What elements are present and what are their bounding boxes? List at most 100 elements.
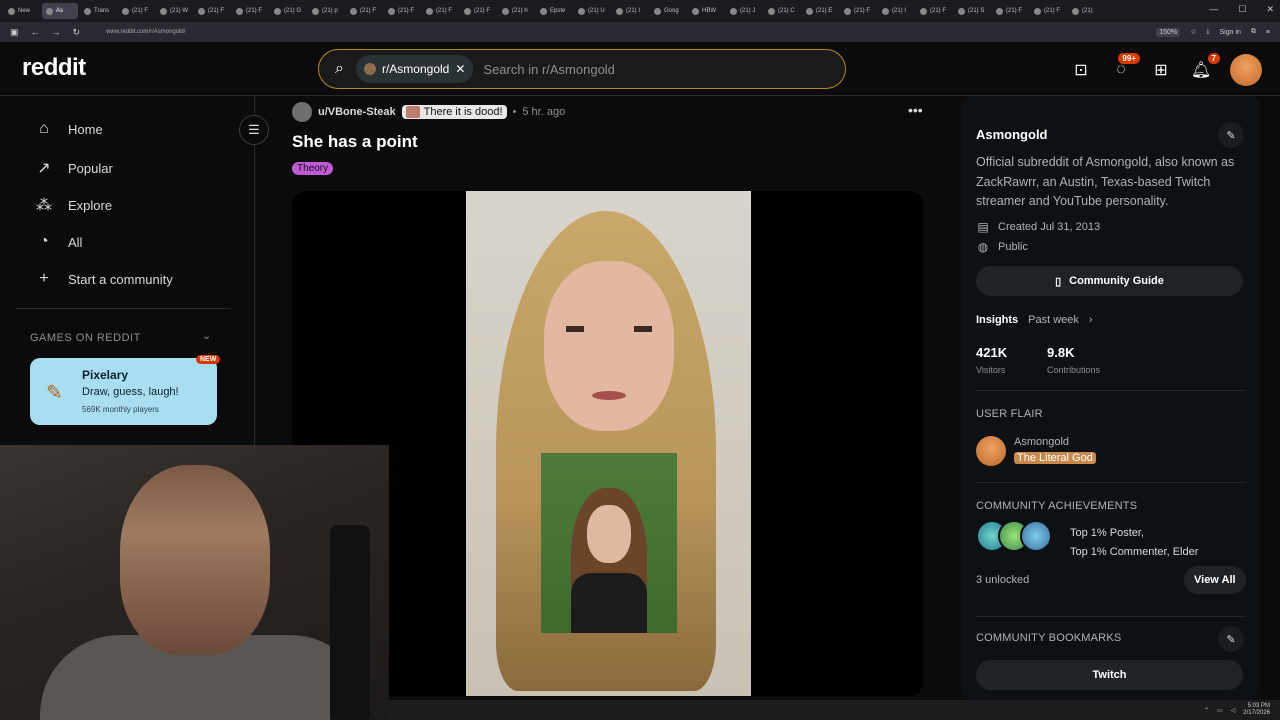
browser-tab[interactable]: (21) F [232, 3, 268, 19]
clock[interactable]: 5:03 PM 2/17/2026 [1243, 703, 1270, 717]
insights-range[interactable]: Past week [1028, 314, 1079, 326]
video-inset-image [541, 453, 677, 633]
browser-tab[interactable]: (21) F [346, 3, 382, 19]
games-section-title[interactable]: GAMES ON REDDIT [30, 332, 141, 344]
browser-tab[interactable]: (21) W [156, 3, 192, 19]
search-input[interactable]: Search in r/Asmongold [483, 62, 615, 77]
contributions-label: Contributions [1047, 365, 1101, 375]
minimize-icon[interactable]: — [1209, 4, 1218, 15]
browser-tab[interactable]: HBW [688, 3, 724, 19]
browser-tab[interactable]: (21) F [422, 3, 458, 19]
sidebar-divider [16, 308, 231, 309]
sidebar-item-popular[interactable]: ↗ Popular [34, 158, 113, 178]
search-bar[interactable]: ⌕ r/Asmongold ✕ Search in r/Asmongold [318, 49, 846, 89]
browser-tab[interactable]: (21) I [878, 3, 914, 19]
browser-tab-bar: New As Trans (21) F (21) W (21) F (21) F (21) G… [0, 0, 1280, 22]
post-title[interactable]: She has a point [292, 132, 418, 152]
advertise-icon[interactable]: ⊡ [1070, 59, 1092, 81]
browser-tab[interactable]: As [42, 3, 78, 19]
tab-favicon-icon [46, 7, 53, 15]
menu-icon[interactable]: ≡ [1266, 29, 1270, 36]
more-options-icon[interactable]: ••• [908, 102, 923, 118]
browser-tab[interactable]: (21) F [194, 3, 230, 19]
create-post-icon[interactable]: ⊞ [1150, 59, 1172, 81]
achievement-medals[interactable] [976, 520, 1052, 552]
community-guide-button[interactable]: ▯ Community Guide [976, 266, 1243, 296]
network-icon[interactable]: ▭ [1217, 707, 1223, 714]
browser-tab[interactable]: (21) I [612, 3, 648, 19]
browser-tab[interactable]: (21) F [384, 3, 420, 19]
sidebar-divider [976, 482, 1246, 483]
post-author[interactable]: u/VBone-Steak [318, 106, 396, 118]
download-icon[interactable]: ⤓ [1206, 28, 1209, 36]
flair-username: Asmongold [1014, 436, 1070, 448]
close-window-icon[interactable]: ✕ [1266, 4, 1274, 15]
view-all-button[interactable]: View All [1184, 566, 1246, 594]
browser-tab[interactable]: (21) p [308, 3, 344, 19]
browser-tab[interactable]: (21) F [916, 3, 952, 19]
forward-icon[interactable]: → [52, 27, 61, 38]
reddit-logo[interactable]: reddit [22, 54, 86, 82]
search-community-chip[interactable]: r/Asmongold ✕ [355, 55, 474, 83]
zoom-level[interactable]: 150% [1156, 27, 1181, 37]
tray-chevron-icon[interactable]: ⌃ [1204, 707, 1209, 714]
back-icon[interactable]: ← [31, 27, 40, 38]
extensions-icon[interactable]: ⧉ [1251, 28, 1256, 36]
browser-tab[interactable]: (21) F [1030, 3, 1066, 19]
signin-button[interactable]: Sign in [1220, 29, 1241, 36]
streamer-head [120, 465, 270, 655]
browser-tab[interactable]: (21) h [498, 3, 534, 19]
browser-tab[interactable]: (21) J [726, 3, 762, 19]
chat-icon[interactable]: ◌ 99+ [1110, 53, 1140, 81]
post-flair-tag[interactable]: Theory [292, 162, 334, 175]
browser-tab[interactable]: Trans [80, 3, 116, 19]
tab-label: (21) W [170, 8, 188, 14]
browser-tab[interactable]: (21) S [954, 3, 990, 19]
webcam-overlay [0, 445, 389, 720]
browser-tab[interactable]: New [4, 3, 40, 19]
tab-label: (21) F [246, 8, 263, 14]
url-text[interactable]: www.reddit.com/r/Asmongold/ [106, 29, 185, 35]
sidebar-item-all[interactable]: ◔ All [34, 233, 82, 251]
tab-favicon-icon [806, 7, 813, 15]
tab-favicon-icon [768, 7, 775, 15]
browser-tab[interactable]: (21) [1068, 3, 1104, 19]
sidebar-item-start-community[interactable]: + Start a community [34, 270, 172, 288]
achievements-text: Top 1% Poster, Top 1% Commenter, Elder [1070, 524, 1198, 562]
created-date: ▤ Created Jul 31, 2013 [976, 220, 1100, 234]
volume-icon[interactable]: ◁ [1231, 707, 1236, 714]
browser-tab[interactable]: (21) G [270, 3, 306, 19]
tab-label: As [56, 8, 64, 14]
bookmark-twitch-button[interactable]: Twitch [976, 660, 1243, 690]
achievements-title: COMMUNITY ACHIEVEMENTS [976, 500, 1138, 512]
bookmark-star-icon[interactable]: ☆ [1190, 28, 1196, 36]
browser-tab[interactable]: (21) F [460, 3, 496, 19]
user-avatar[interactable] [1230, 54, 1262, 86]
maximize-icon[interactable]: ☐ [1238, 4, 1246, 15]
reload-icon[interactable]: ↻ [73, 27, 81, 38]
flair-avatar [976, 436, 1006, 466]
chevron-down-icon[interactable]: ⌄ [202, 329, 211, 342]
browser-tab[interactable]: (21) F [118, 3, 154, 19]
sidebar-item-home[interactable]: ⌂ Home [34, 120, 103, 138]
notifications-icon[interactable]: 🔔︎ 7 [1190, 53, 1220, 81]
chip-close-icon[interactable]: ✕ [455, 62, 465, 76]
post-author-avatar[interactable] [292, 102, 312, 122]
pixelary-game-card[interactable]: ✎ Pixelary Draw, guess, laugh! 569K mont… [30, 358, 217, 425]
browser-tab[interactable]: Goog [650, 3, 686, 19]
browser-tab[interactable]: (21) E [802, 3, 838, 19]
insights-label: Insights [976, 314, 1019, 326]
sidebar-item-explore[interactable]: ⁂ Explore [34, 195, 112, 215]
sidebar-toggle-icon[interactable]: ▣ [10, 27, 19, 38]
insights-row[interactable]: Insights Past week › [976, 314, 1093, 326]
browser-tab[interactable]: (21) C [764, 3, 800, 19]
browser-tab[interactable]: Epste [536, 3, 572, 19]
user-flair[interactable]: Asmongold The Literal God [976, 436, 1096, 466]
author-flair: There it is dood! [401, 105, 507, 119]
edit-icon[interactable]: ✎ [1218, 122, 1244, 148]
browser-tab[interactable]: (21) F [992, 3, 1028, 19]
browser-tab[interactable]: (21) U [574, 3, 610, 19]
browser-tab[interactable]: (21) F [840, 3, 876, 19]
edit-bookmarks-icon[interactable]: ✎ [1218, 626, 1244, 652]
tab-favicon-icon [844, 7, 851, 15]
